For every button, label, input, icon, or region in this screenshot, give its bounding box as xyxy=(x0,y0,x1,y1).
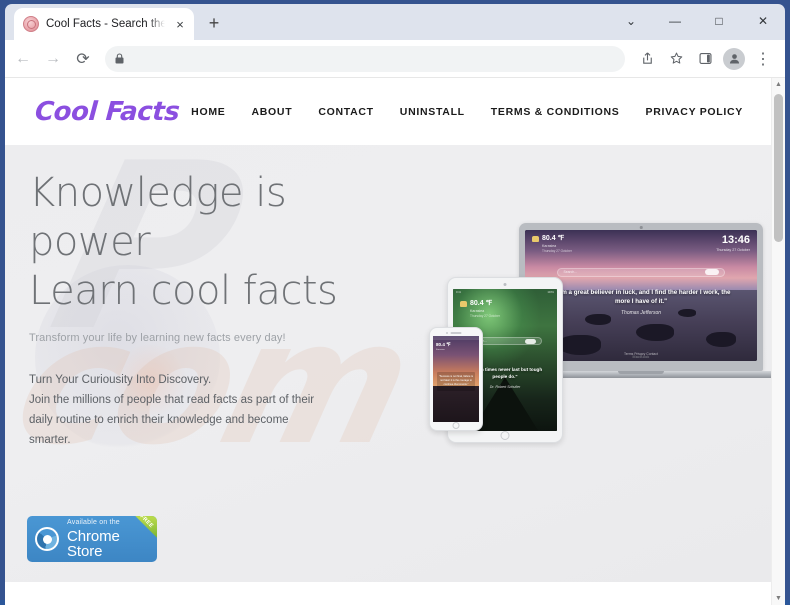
tablet-temperature: 80.4 ℉ xyxy=(470,300,493,307)
forward-icon[interactable]: → xyxy=(39,45,67,73)
laptop-search-bar[interactable]: Search... xyxy=(557,267,725,277)
laptop-weather-widget[interactable]: 80.4 ℉ Karasiea Thursday 27 October xyxy=(532,235,572,253)
phone-speaker xyxy=(450,332,462,334)
tablet-location: Karasiea xyxy=(470,309,485,313)
tablet-weather-date: Thursday 27 October xyxy=(470,314,500,318)
close-window-icon[interactable]: ✕ xyxy=(741,4,785,38)
side-panel-icon[interactable] xyxy=(691,45,719,73)
hero-copy: Knowledge is power Learn cool facts Tran… xyxy=(29,169,379,450)
reload-icon[interactable]: ⟳ xyxy=(69,45,97,73)
address-bar[interactable] xyxy=(105,45,625,72)
profile-avatar[interactable] xyxy=(720,45,748,73)
chrome-logo-icon xyxy=(35,527,59,551)
laptop-quote-block: "I am a great believer in luck, and I fi… xyxy=(544,288,739,317)
phone-location: Karasiea xyxy=(436,349,445,352)
scenery-rock xyxy=(636,324,675,342)
nav-item-privacy[interactable]: PRIVACY POLICY xyxy=(645,106,743,118)
device-mockups: 80.4 ℉ Karasiea Thursday 27 October 13:4… xyxy=(429,223,771,523)
hero-pitch: Turn Your Curiousity Into Discovery. Joi… xyxy=(29,374,315,446)
phone-temperature: 80.4 ℉ xyxy=(436,342,451,347)
hero-tagline: Transform your life by learning new fact… xyxy=(29,332,286,345)
phone-ground xyxy=(433,385,479,422)
phone-home-button[interactable] xyxy=(452,421,460,429)
browser-toolbar: ← → ⟳ ⋮ xyxy=(5,40,785,78)
laptop-location: Karasiea xyxy=(542,244,557,248)
laptop-clock-date: Thursday 27 October xyxy=(716,248,750,252)
laptop-search-placeholder: Search... xyxy=(563,270,578,275)
menu-icon[interactable]: ⋮ xyxy=(749,45,777,73)
nav-item-terms[interactable]: TERMS & CONDITIONS xyxy=(491,106,620,118)
tablet-status-battery: 100% xyxy=(547,290,554,294)
laptop-camera-icon xyxy=(639,226,643,229)
toolbar-right-actions: ⋮ xyxy=(633,45,777,73)
nav-item-about[interactable]: ABOUT xyxy=(251,106,292,118)
scroll-down-icon[interactable]: ▼ xyxy=(772,592,785,605)
minimize-icon[interactable]: — xyxy=(653,4,697,38)
phone-weather-widget[interactable]: 80.4 ℉ Karasiea xyxy=(436,342,451,352)
page-title: Knowledge is power Learn cool facts xyxy=(29,170,338,314)
tab-title: Cool Facts - Search the web and xyxy=(46,18,165,30)
laptop-notch xyxy=(618,371,664,374)
nav-item-home[interactable]: HOME xyxy=(191,106,225,118)
scrollbar-thumb[interactable] xyxy=(774,94,783,242)
new-tab-button[interactable]: + xyxy=(200,9,228,37)
browser-window: Cool Facts - Search the web and × + ⌄ — … xyxy=(0,0,790,605)
site-header: Cool Facts HOME ABOUT CONTACT UNINSTALL … xyxy=(5,78,771,145)
tablet-status-time: 9:41 xyxy=(456,290,462,294)
site-logo[interactable]: Cool Facts xyxy=(34,97,181,127)
laptop-weather-bar: 80.4 ℉ Karasiea Thursday 27 October 13:4… xyxy=(525,230,757,256)
scenery-rock xyxy=(705,332,736,348)
page-viewport: Cool Facts HOME ABOUT CONTACT UNINSTALL … xyxy=(5,78,785,605)
scroll-up-icon[interactable]: ▲ xyxy=(772,78,785,91)
tablet-home-button[interactable] xyxy=(500,430,510,440)
laptop-clock-widget: 13:46 Thursday 27 October xyxy=(716,234,750,253)
weather-sun-icon xyxy=(532,236,539,242)
browser-tab[interactable]: Cool Facts - Search the web and × xyxy=(14,8,194,40)
phone-camera-icon xyxy=(446,332,448,334)
nav-item-contact[interactable]: CONTACT xyxy=(318,106,373,118)
phone-mockup: 80.4 ℉ Karasiea "Success is not final, f… xyxy=(429,327,483,431)
vertical-scrollbar[interactable]: ▲ ▼ xyxy=(771,78,785,605)
laptop-temperature: 80.4 ℉ xyxy=(542,235,565,242)
phone-screen: 80.4 ℉ Karasiea "Success is not final, f… xyxy=(433,336,479,422)
nav-item-uninstall[interactable]: UNINSTALL xyxy=(400,106,465,118)
laptop-quote-text: "I am a great believer in luck, and I fi… xyxy=(551,288,731,305)
maximize-icon[interactable]: □ xyxy=(697,4,741,38)
chevron-down-icon[interactable]: ⌄ xyxy=(609,4,653,38)
window-controls: ⌄ — □ ✕ xyxy=(609,4,785,38)
avatar xyxy=(723,47,745,70)
lock-icon xyxy=(115,53,124,64)
phone-status-bar xyxy=(433,336,479,340)
tablet-weather-widget[interactable]: 80.4 ℉ Karasiea Thursday 27 October xyxy=(460,300,500,318)
laptop-weather-date: Thursday 27 October xyxy=(542,249,572,253)
tab-strip: Cool Facts - Search the web and × + ⌄ — … xyxy=(5,4,785,40)
cool-facts-favicon xyxy=(23,16,39,32)
share-icon[interactable] xyxy=(633,45,661,73)
weather-sun-icon xyxy=(460,301,467,307)
bookmark-star-icon[interactable] xyxy=(662,45,690,73)
tablet-search-button[interactable] xyxy=(525,338,537,344)
laptop-quote-author: Thomas Jefferson xyxy=(620,310,662,317)
web-page: Cool Facts HOME ABOUT CONTACT UNINSTALL … xyxy=(5,78,771,605)
back-icon[interactable]: ← xyxy=(9,45,37,73)
hero-section: P .com 80.4 ℉ Karasiea Thursday 27 Octob… xyxy=(5,145,771,582)
laptop-clock-time: 13:46 xyxy=(721,234,750,246)
phone-quote-text: "Success is not final, failure is not fa… xyxy=(436,372,476,391)
laptop-search-button[interactable] xyxy=(704,269,719,276)
tablet-camera-icon xyxy=(503,282,507,286)
cta-main-label: Chrome Store xyxy=(67,528,120,560)
laptop-brand-label: MacBook xyxy=(632,355,650,359)
chrome-store-button[interactable]: Available on the Chrome Store FREE xyxy=(27,516,157,562)
main-navigation: HOME ABOUT CONTACT UNINSTALL TERMS & CON… xyxy=(191,106,743,118)
close-icon[interactable]: × xyxy=(172,16,188,32)
